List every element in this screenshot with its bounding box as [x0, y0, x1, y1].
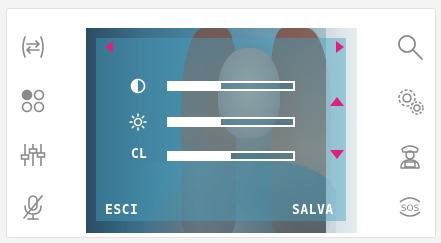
color-slider[interactable] [167, 151, 295, 161]
arrow-down-icon[interactable] [330, 150, 344, 159]
brightness-slider-fill [169, 119, 222, 125]
guard-icon[interactable] [393, 138, 427, 172]
color-slider-fill [169, 153, 231, 159]
search-icon[interactable] [393, 30, 427, 64]
dots-grid-icon[interactable] [16, 84, 50, 118]
swap-arrows-icon[interactable] [16, 30, 50, 64]
color-label: CL [131, 147, 147, 162]
arrow-left-icon[interactable] [105, 41, 113, 53]
sos-icon[interactable]: SOS [393, 190, 427, 224]
intercom-screen: SOS CL ESCI SALVA [0, 0, 441, 243]
save-button[interactable]: SALVA [292, 203, 334, 218]
brightness-icon [129, 113, 147, 131]
gears-icon[interactable] [393, 84, 427, 118]
brightness-slider[interactable] [167, 117, 295, 127]
exit-button[interactable]: ESCI [105, 203, 138, 218]
contrast-slider[interactable] [167, 81, 295, 91]
sos-label: SOS [401, 204, 420, 214]
sliders-icon[interactable] [16, 138, 50, 172]
arrow-up-icon[interactable] [330, 97, 344, 106]
contrast-icon [130, 78, 146, 94]
arrow-right-icon[interactable] [336, 41, 344, 53]
mic-off-icon[interactable] [16, 190, 50, 224]
contrast-slider-fill [169, 83, 222, 89]
